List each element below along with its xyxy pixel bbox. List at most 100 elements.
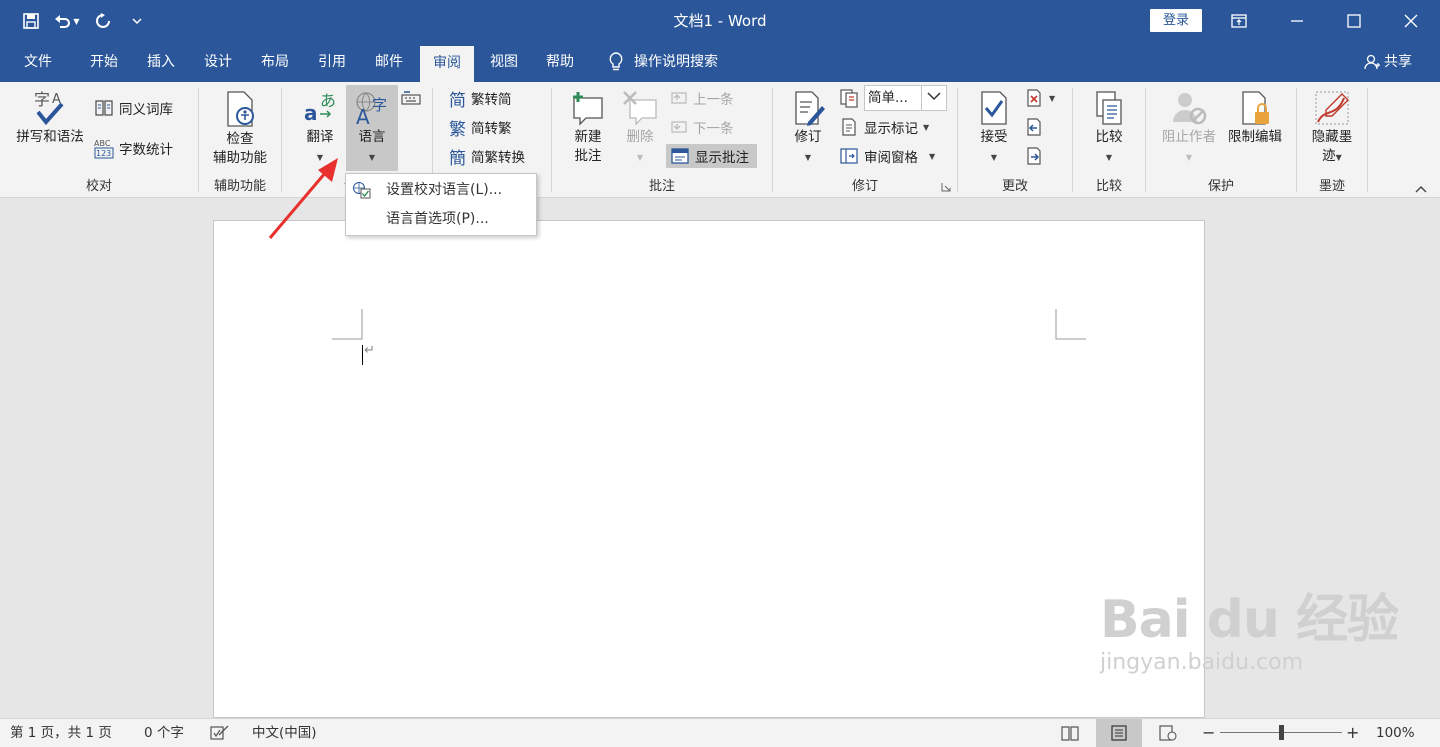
group-separator: [1367, 88, 1368, 192]
status-bar: 第 1 页，共 1 页 0 个字 中文(中国) − + 100%: [0, 718, 1440, 747]
minimize-button[interactable]: [1268, 0, 1326, 42]
accept-button[interactable]: 接受 ▼: [970, 88, 1018, 167]
tab-view[interactable]: 视图: [476, 42, 532, 82]
set-proofing-language-label: 设置校对语言(L)...: [386, 182, 503, 198]
ribbon-display-options-button[interactable]: [1210, 0, 1268, 42]
save-button[interactable]: [14, 8, 48, 34]
proofing-status-icon[interactable]: [210, 725, 230, 741]
reviewing-pane-button[interactable]: 审阅窗格 ▼: [839, 144, 935, 168]
group-tracking: 修订 ▼ 简单... 显示标记 ▼ 审阅窗格 ▼ 修订: [773, 82, 957, 198]
markup-select[interactable]: 简单...: [864, 85, 922, 111]
language-icon: A字: [356, 92, 387, 128]
lightbulb-icon: [609, 52, 623, 71]
dialog-launcher-icon[interactable]: [941, 182, 951, 192]
word-count-button[interactable]: ABC 123 字数统计: [94, 136, 173, 160]
translate-icon: aあ: [304, 91, 336, 125]
tab-design[interactable]: 设计: [190, 42, 246, 82]
svg-text:123: 123: [96, 149, 111, 158]
maximize-button[interactable]: [1325, 0, 1383, 42]
tab-help[interactable]: 帮助: [532, 42, 588, 82]
page-count[interactable]: 第 1 页，共 1 页: [10, 719, 112, 747]
customize-qat-button[interactable]: [120, 8, 154, 34]
block-authors-caret: ▼: [1185, 153, 1193, 162]
accessibility-check-icon: [227, 91, 254, 127]
svg-text:ABC: ABC: [94, 139, 111, 148]
ribbon: 字A 拼写和语法 同义词库 ABC 123 字数统计 校对 检查 辅助功能 辅助功…: [0, 82, 1440, 198]
collapse-ribbon-icon[interactable]: [1414, 184, 1428, 194]
thesaurus-button[interactable]: 同义词库: [94, 96, 173, 120]
tab-review[interactable]: 审阅: [420, 46, 474, 82]
tab-references[interactable]: 引用: [304, 42, 360, 82]
group-changes: 接受 ▼ ▼ 更改: [958, 82, 1072, 198]
zoom-slider-thumb[interactable]: [1279, 725, 1284, 740]
annotation-arrow: [268, 158, 338, 239]
text-cursor: [362, 345, 363, 365]
web-layout-icon[interactable]: [1158, 724, 1178, 742]
reject-button[interactable]: ▼: [1024, 86, 1055, 110]
reviewing-pane-caret: ▼: [929, 151, 936, 161]
compare-icon: [1096, 91, 1122, 125]
track-changes-button[interactable]: 修订 ▼: [783, 88, 833, 167]
zoom-level[interactable]: 100%: [1376, 719, 1415, 747]
tab-file[interactable]: 文件: [10, 42, 66, 82]
undo-button[interactable]: ▼: [48, 8, 86, 34]
spelling-grammar-button[interactable]: 字A 拼写和语法: [8, 88, 92, 147]
close-button[interactable]: [1382, 0, 1440, 42]
chinese-conversion-button[interactable]: 簡 简繁转换: [449, 144, 525, 169]
share-button[interactable]: 共享: [1364, 42, 1412, 82]
read-mode-icon[interactable]: [1060, 724, 1080, 742]
show-comments-button[interactable]: 显示批注: [666, 144, 757, 168]
compare-dropdown-caret: ▼: [1105, 153, 1113, 162]
word-count-status[interactable]: 0 个字: [144, 719, 184, 747]
fan-icon: 繁: [449, 119, 466, 140]
chevron-down-icon: [927, 92, 941, 101]
print-layout-icon: [1111, 725, 1127, 741]
display-for-review-control[interactable]: 简单...: [839, 85, 947, 111]
menu-item-language-preferences[interactable]: 语言首选项(P)...: [346, 205, 536, 233]
compare-button[interactable]: 比较 ▼: [1085, 88, 1133, 167]
group-label-changes: 更改: [1001, 179, 1028, 194]
tab-layout[interactable]: 布局: [247, 42, 303, 82]
simplified-to-traditional-button[interactable]: 繁 简转繁: [449, 115, 512, 140]
restrict-editing-button[interactable]: 限制编辑: [1222, 88, 1288, 147]
tell-me-search[interactable]: 操作说明搜索: [600, 42, 740, 82]
next-change-button[interactable]: [1024, 144, 1044, 168]
tab-mailings[interactable]: 邮件: [361, 42, 417, 82]
zoom-out-button[interactable]: −: [1202, 719, 1215, 747]
login-button[interactable]: 登录: [1150, 9, 1202, 32]
block-authors-button[interactable]: 阻止作者 ▼: [1154, 88, 1224, 167]
delete-comment-label: 删除: [626, 129, 654, 145]
previous-change-button[interactable]: [1024, 115, 1044, 139]
hide-ink-line2: 迹: [1322, 148, 1336, 164]
menu-item-set-proofing-language[interactable]: 设置校对语言(L)...: [346, 176, 536, 204]
hide-ink-button[interactable]: 隐藏墨 迹▼: [1303, 88, 1361, 167]
accept-label: 接受: [980, 129, 1008, 145]
markup-select-dropdown[interactable]: [921, 85, 947, 111]
traditional-to-simplified-button[interactable]: 简 繁转简: [449, 86, 512, 111]
block-authors-label: 阻止作者: [1162, 129, 1216, 145]
margin-corner-top-right: [1055, 309, 1086, 340]
minimize-icon: [1291, 20, 1303, 22]
accept-icon: [981, 91, 1007, 125]
previous-comment-icon: [671, 92, 687, 104]
next-comment-button[interactable]: 下一条: [668, 115, 734, 139]
document-page[interactable]: ↵: [213, 220, 1205, 718]
show-markup-button[interactable]: 显示标记 ▼: [839, 115, 929, 139]
delete-comment-button[interactable]: 删除 ▼: [616, 88, 664, 167]
print-layout-button[interactable]: [1096, 719, 1142, 747]
new-comment-button[interactable]: 新建 批注: [562, 88, 614, 166]
zoom-in-button[interactable]: +: [1346, 719, 1359, 747]
tab-home[interactable]: 开始: [76, 42, 132, 82]
close-icon: [1404, 14, 1418, 28]
block-authors-icon: [1173, 93, 1207, 125]
input-language-button[interactable]: [400, 86, 422, 110]
previous-comment-button[interactable]: 上一条: [668, 86, 734, 110]
redo-button[interactable]: [86, 8, 120, 34]
language-status[interactable]: 中文(中国): [252, 719, 317, 747]
tell-me-label: 操作说明搜索: [634, 54, 718, 70]
group-ink: 隐藏墨 迹▼ 墨迹: [1297, 82, 1367, 198]
language-dropdown-caret: ▼: [368, 153, 376, 162]
tab-insert[interactable]: 插入: [133, 42, 189, 82]
group-label-ink: 墨迹: [1318, 179, 1345, 194]
language-button[interactable]: A字 语言 ▼: [346, 85, 398, 171]
